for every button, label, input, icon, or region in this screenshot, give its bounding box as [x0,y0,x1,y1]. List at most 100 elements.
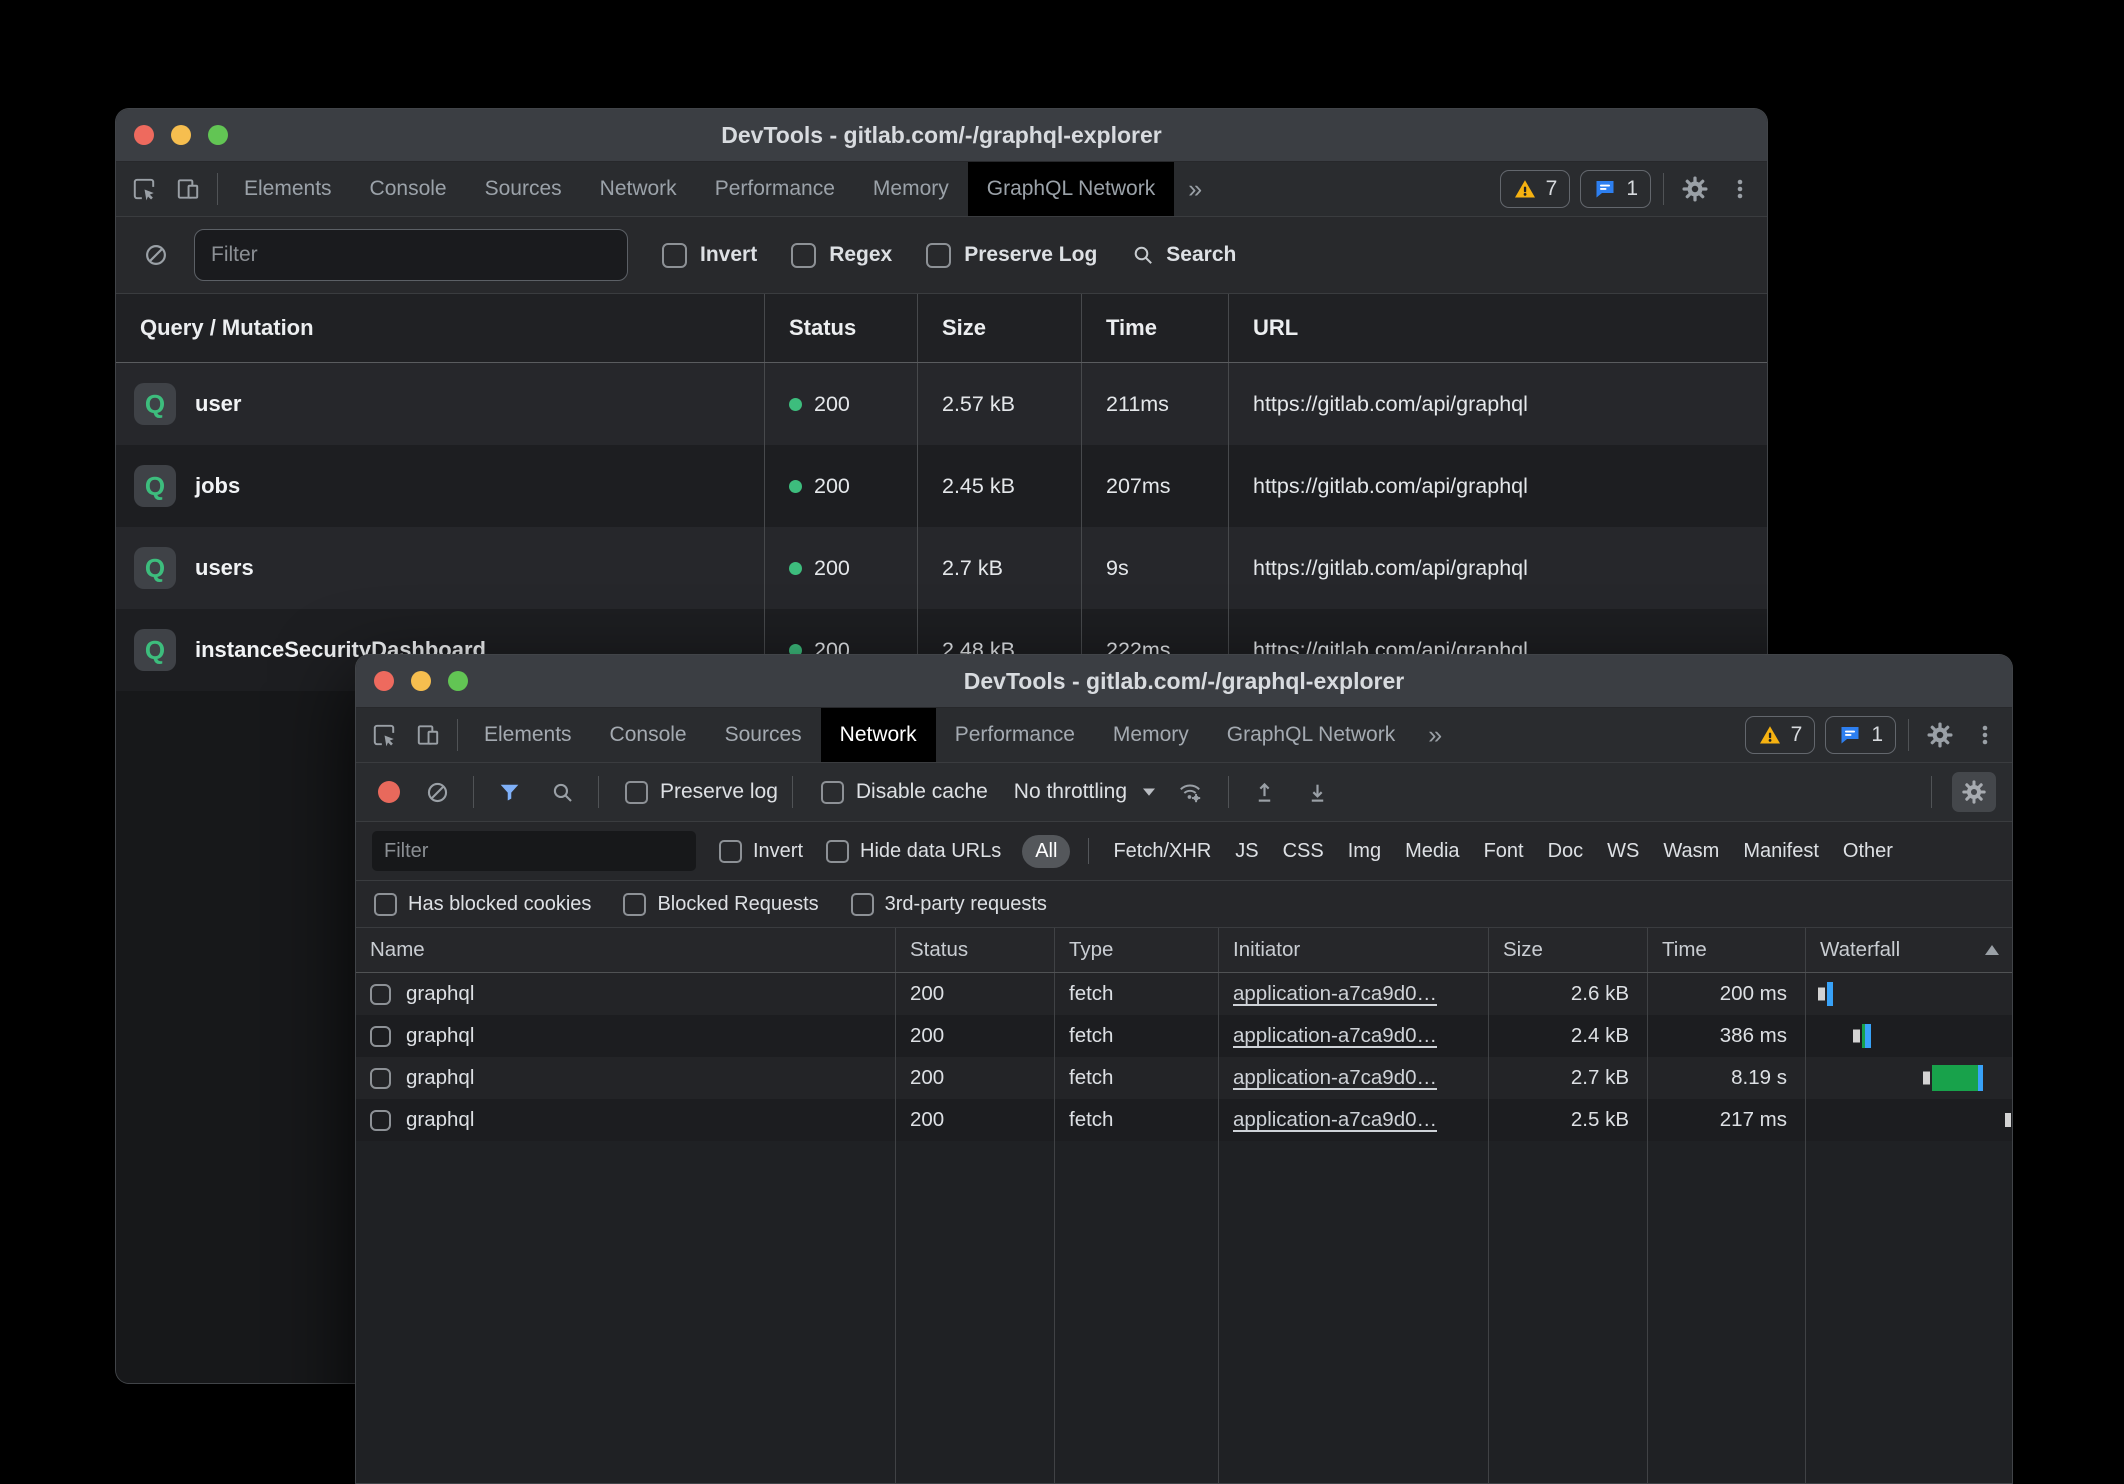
column-header-name[interactable]: Name [356,928,896,972]
column-header-time[interactable]: Time [1082,294,1229,362]
preserve-log-checkbox[interactable] [625,781,648,804]
clear-log-icon[interactable] [134,242,178,268]
column-header-status[interactable]: Status [896,928,1055,972]
initiator-link[interactable]: application-a7ca9d0… [1233,1066,1437,1090]
row-checkbox[interactable] [370,1068,391,1089]
tab-sources[interactable]: Sources [466,162,581,216]
tab-performance[interactable]: Performance [696,162,854,216]
export-har-icon[interactable] [1296,780,1339,805]
tab-memory[interactable]: Memory [1094,708,1208,762]
tab-network[interactable]: Network [821,708,936,762]
row-checkbox[interactable] [370,1110,391,1131]
regex-checkbox[interactable] [791,243,816,268]
close-button[interactable] [134,125,154,145]
minimize-button[interactable] [171,125,191,145]
invert-checkbox[interactable] [662,243,687,268]
tab-performance[interactable]: Performance [936,708,1094,762]
more-menu-icon[interactable] [1719,162,1761,216]
search-button[interactable]: Search [1131,243,1236,267]
import-har-icon[interactable] [1243,780,1286,805]
chip-ws[interactable]: WS [1607,840,1639,863]
initiator-link[interactable]: application-a7ca9d0… [1233,1108,1437,1132]
column-header-time[interactable]: Time [1648,928,1806,972]
graphql-query-row[interactable]: Q jobs 200 2.45 kB 207ms https://gitlab.… [116,445,1767,527]
column-header-status[interactable]: Status [765,294,918,362]
query-badge: Q [134,465,176,507]
initiator-link[interactable]: application-a7ca9d0… [1233,982,1437,1006]
tab-graphql-network[interactable]: GraphQL Network [1208,708,1414,762]
close-button[interactable] [374,671,394,691]
column-header-url[interactable]: URL [1229,294,1767,362]
warnings-badge[interactable]: 7 [1745,716,1816,754]
device-toolbar-icon[interactable] [166,162,210,216]
filter-input[interactable] [372,831,696,871]
throttling-select[interactable]: No throttling [1014,780,1156,804]
network-request-row[interactable]: graphql 200 fetch application-a7ca9d0… 2… [356,1015,2012,1057]
chip-manifest[interactable]: Manifest [1743,840,1819,863]
warnings-badge[interactable]: 7 [1500,170,1571,208]
tab-elements[interactable]: Elements [225,162,351,216]
third-party-requests-checkbox[interactable] [851,893,874,916]
chip-other[interactable]: Other [1843,840,1893,863]
tab-network[interactable]: Network [581,162,696,216]
graphql-query-row[interactable]: Q users 200 2.7 kB 9s https://gitlab.com… [116,527,1767,609]
tab-elements[interactable]: Elements [465,708,591,762]
network-request-row[interactable]: graphql 200 fetch application-a7ca9d0… 2… [356,973,2012,1015]
inspect-element-icon[interactable] [122,162,166,216]
hide-data-urls-checkbox[interactable] [826,840,849,863]
filter-funnel-icon[interactable] [488,780,531,805]
chip-js[interactable]: JS [1235,840,1258,863]
preserve-log-checkbox[interactable] [926,243,951,268]
network-request-row[interactable]: graphql 200 fetch application-a7ca9d0… 2… [356,1057,2012,1099]
network-request-row[interactable]: graphql 200 fetch application-a7ca9d0… 2… [356,1099,2012,1141]
chip-font[interactable]: Font [1484,840,1524,863]
row-checkbox[interactable] [370,984,391,1005]
chip-img[interactable]: Img [1348,840,1381,863]
invert-checkbox[interactable] [719,840,742,863]
chip-fetch-xhr[interactable]: Fetch/XHR [1113,840,1211,863]
initiator-link[interactable]: application-a7ca9d0… [1233,1024,1437,1048]
tab-console[interactable]: Console [351,162,466,216]
maximize-button[interactable] [208,125,228,145]
record-network-log-button[interactable] [378,781,400,803]
device-toolbar-icon[interactable] [406,708,450,762]
issues-badge[interactable]: 1 [1580,170,1651,208]
row-checkbox[interactable] [370,1026,391,1047]
blocked-requests-checkbox[interactable] [623,893,646,916]
column-header-size[interactable]: Size [918,294,1082,362]
divider [792,776,793,808]
settings-gear-icon[interactable] [1916,708,1964,762]
inspect-element-icon[interactable] [362,708,406,762]
column-header-type[interactable]: Type [1055,928,1219,972]
search-icon[interactable] [541,780,584,805]
filter-input[interactable] [194,229,628,281]
minimize-button[interactable] [411,671,431,691]
maximize-button[interactable] [448,671,468,691]
network-conditions-icon[interactable] [1166,779,1214,805]
chip-css[interactable]: CSS [1283,840,1324,863]
has-blocked-cookies-checkbox[interactable] [374,893,397,916]
chip-media[interactable]: Media [1405,840,1459,863]
settings-gear-icon[interactable] [1671,162,1719,216]
hide-data-urls-label: Hide data URLs [860,840,1001,863]
network-settings-gear-button[interactable] [1952,772,1996,812]
size-value: 2.7 kB [1489,1057,1648,1099]
tab-console[interactable]: Console [591,708,706,762]
tab-sources[interactable]: Sources [706,708,821,762]
tab-graphql-network[interactable]: GraphQL Network [968,162,1174,216]
column-header-size[interactable]: Size [1489,928,1648,972]
column-header-waterfall[interactable]: Waterfall [1806,928,2012,972]
graphql-query-row[interactable]: Q user 200 2.57 kB 211ms https://gitlab.… [116,363,1767,445]
column-header-initiator[interactable]: Initiator [1219,928,1489,972]
more-menu-icon[interactable] [1964,708,2006,762]
more-tabs-icon[interactable]: » [1414,708,1456,762]
chip-doc[interactable]: Doc [1548,840,1584,863]
disable-cache-checkbox[interactable] [821,781,844,804]
chip-wasm[interactable]: Wasm [1663,840,1719,863]
chip-all[interactable]: All [1022,835,1070,868]
tab-memory[interactable]: Memory [854,162,968,216]
column-header-query-mutation[interactable]: Query / Mutation [116,294,765,362]
more-tabs-icon[interactable]: » [1174,162,1216,216]
clear-network-log-icon[interactable] [416,780,459,805]
issues-badge[interactable]: 1 [1825,716,1896,754]
